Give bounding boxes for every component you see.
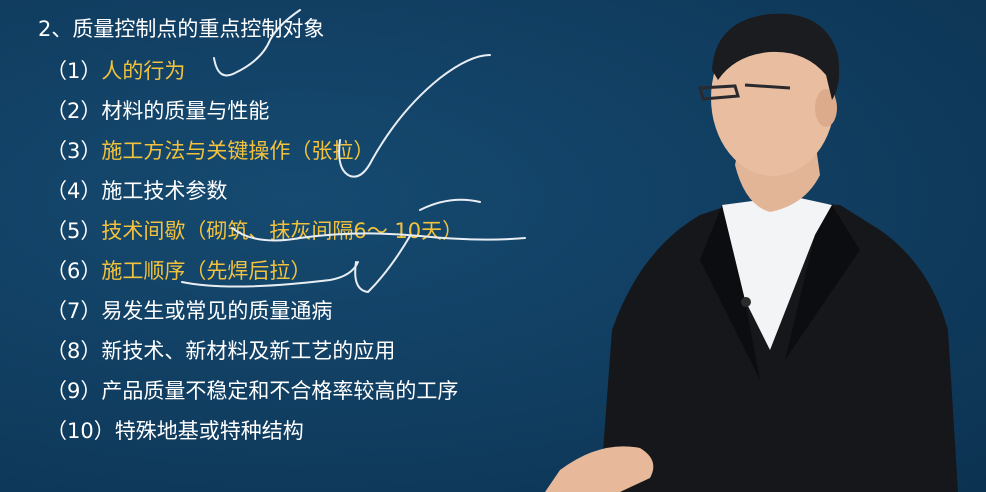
lecture-slide: 2、质量控制点的重点控制对象 （1）人的行为 （2）材料的质量与性能 （3）施工… (0, 0, 986, 492)
presenter-figure (545, 13, 958, 492)
lapel-mic (741, 297, 751, 307)
